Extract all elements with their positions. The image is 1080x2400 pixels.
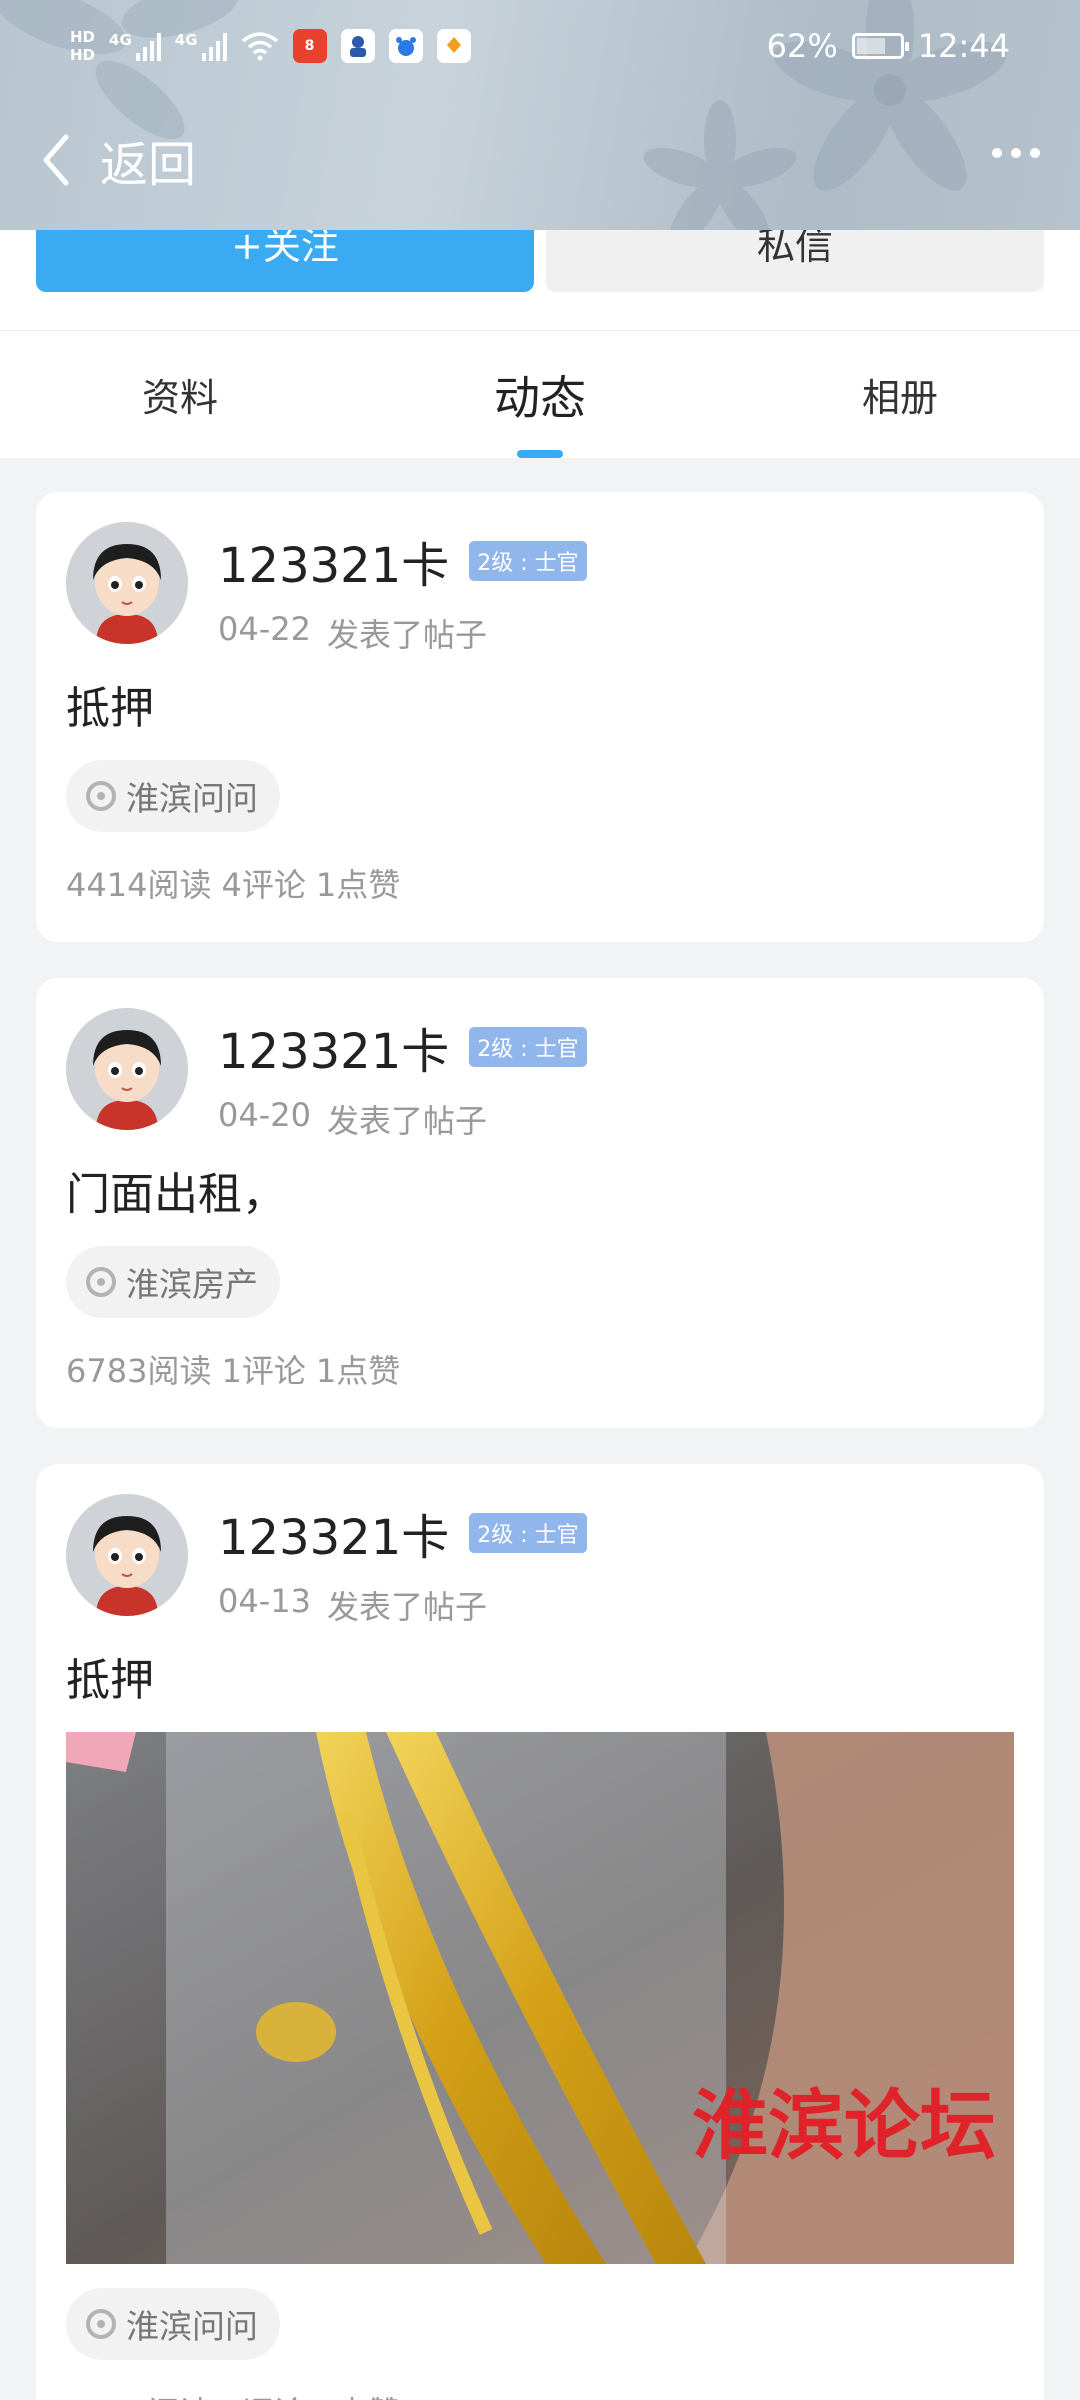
post-title[interactable]: 门面出租， xyxy=(66,1158,1014,1222)
post-stats: 6783阅读 1评论 1点赞 xyxy=(66,1346,1014,1428)
post-date: 04-13 xyxy=(218,1582,311,1620)
forum-tag-label: 淮滨问问 xyxy=(126,2307,258,2346)
battery-percent: 62% xyxy=(766,27,838,65)
avatar[interactable] xyxy=(66,1008,188,1130)
post-card[interactable]: 123321卡 2级 : 士官 04-20 发表了帖子 门面出租， 淮滨房产 6… xyxy=(36,978,1044,1428)
more-dot xyxy=(1011,148,1021,158)
post-image[interactable]: 淮滨论坛 xyxy=(66,1732,1014,2264)
comment-count: 5评论 xyxy=(221,2388,305,2400)
status-bar: HD HD 4G 4G 8 62% 12:44 xyxy=(0,0,1080,92)
more-dot xyxy=(992,148,1002,158)
hd-label: HD xyxy=(70,46,96,64)
post-date: 04-22 xyxy=(218,610,311,648)
like-count: 1点赞 xyxy=(315,866,401,904)
post-stats: 5704阅读 5评论 0点赞 xyxy=(66,2388,1014,2400)
back-label: 返回 xyxy=(100,137,197,193)
app-notification-icon xyxy=(340,29,375,63)
target-icon xyxy=(86,2309,116,2339)
post-date: 04-20 xyxy=(218,1096,311,1134)
post-action: 发表了帖子 xyxy=(326,1588,487,1626)
post-action: 发表了帖子 xyxy=(326,1102,487,1140)
forum-tag-label: 淮滨房产 xyxy=(126,1265,258,1304)
like-count: 1点赞 xyxy=(315,1352,401,1390)
level-badge: 2级 : 士官 xyxy=(469,1027,587,1067)
back-button[interactable]: 返回 xyxy=(40,125,196,195)
tab-activity[interactable]: 动态 xyxy=(360,331,720,458)
profile-tabs: 资料 动态 相册 xyxy=(0,330,1080,458)
username[interactable]: 123321卡 xyxy=(218,526,449,596)
target-icon xyxy=(86,1267,116,1297)
level-badge: 2级 : 士官 xyxy=(469,1513,587,1553)
forum-tag[interactable]: 淮滨房产 xyxy=(66,1246,280,1318)
baidu-app-icon xyxy=(388,29,423,63)
wifi-icon xyxy=(241,32,278,61)
avatar[interactable] xyxy=(66,1494,188,1616)
nav-bar: 返回 xyxy=(0,110,1080,210)
comment-count: 1评论 xyxy=(221,1352,306,1390)
comment-count: 4评论 xyxy=(221,866,306,904)
post-card[interactable]: 123321卡 2级 : 士官 04-22 发表了帖子 抵押 淮滨问问 4414… xyxy=(36,492,1044,942)
hd-indicator: HD HD xyxy=(70,28,95,64)
forum-tag-label: 淮滨问问 xyxy=(126,779,258,818)
username[interactable]: 123321卡 xyxy=(218,1012,449,1082)
chevron-left-icon xyxy=(43,134,69,186)
hd-label: HD xyxy=(70,28,96,46)
post-action: 发表了帖子 xyxy=(326,616,487,654)
target-icon xyxy=(86,781,116,811)
forum-tag[interactable]: 淮滨问问 xyxy=(66,2288,280,2360)
app-notification-icon: 8 xyxy=(292,29,327,63)
forum-tag[interactable]: 淮滨问问 xyxy=(66,760,280,832)
app-notification-icon xyxy=(436,29,471,63)
username[interactable]: 123321卡 xyxy=(218,1498,449,1568)
like-count: 0点赞 xyxy=(316,2388,400,2400)
read-count: 5704阅读 xyxy=(66,2388,211,2400)
tab-profile-info[interactable]: 资料 xyxy=(0,331,360,458)
more-options-button[interactable] xyxy=(992,148,1040,158)
signal-icon: 4G xyxy=(175,31,227,61)
post-title[interactable]: 抵押 xyxy=(66,672,1014,736)
post-card[interactable]: 123321卡 2级 : 士官 04-13 发表了帖子 抵押 淮滨论坛 淮滨问问 xyxy=(36,1464,1044,2400)
signal-icon: 4G xyxy=(109,31,161,61)
level-badge: 2级 : 士官 xyxy=(469,541,587,581)
battery-icon xyxy=(851,33,909,59)
post-stats: 4414阅读 4评论 1点赞 xyxy=(66,860,1014,942)
tab-album[interactable]: 相册 xyxy=(720,331,1080,458)
more-dot xyxy=(1030,148,1040,158)
avatar[interactable] xyxy=(66,522,188,644)
read-count: 4414阅读 xyxy=(66,866,212,904)
post-title[interactable]: 抵押 xyxy=(66,1644,1014,1708)
clock: 12:44 xyxy=(917,27,1010,65)
activity-feed: 123321卡 2级 : 士官 04-22 发表了帖子 抵押 淮滨问问 4414… xyxy=(36,492,1044,2400)
profile-header-background: HD HD 4G 4G 8 62% 12:44 返回 xyxy=(0,0,1080,230)
image-watermark: 淮滨论坛 xyxy=(692,2081,996,2170)
read-count: 6783阅读 xyxy=(66,1352,212,1390)
